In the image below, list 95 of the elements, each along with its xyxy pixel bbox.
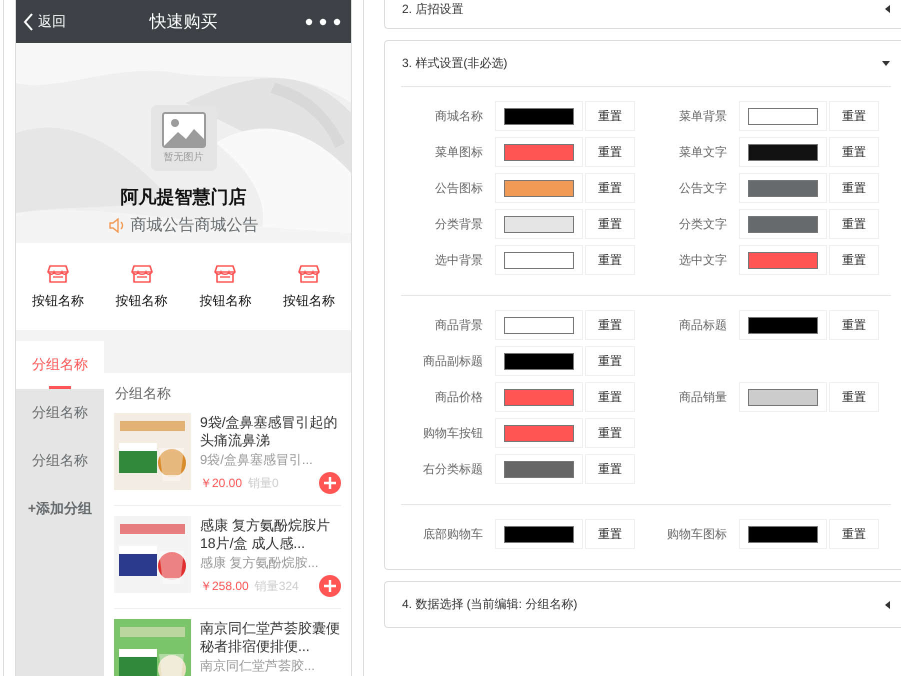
product-title: 感康 复方氨酚烷胺片18片/盒 成人感... xyxy=(200,516,331,552)
section-title: 4. 数据选择 (当前编辑: 分组名称) xyxy=(402,596,578,613)
reset-button[interactable]: 重置 xyxy=(829,382,879,412)
product-subtitle: 感康 复方氨酚烷胺... xyxy=(200,554,320,571)
reset-button[interactable]: 重置 xyxy=(829,519,879,549)
caret-left-icon xyxy=(885,5,890,13)
setting-label: 菜单图标 xyxy=(434,144,483,160)
reset-button[interactable]: 重置 xyxy=(585,137,635,167)
color-picker[interactable] xyxy=(495,173,583,203)
reset-button[interactable]: 重置 xyxy=(585,101,635,131)
chevron-left-icon xyxy=(23,12,34,30)
color-picker[interactable] xyxy=(739,519,827,549)
store-icon xyxy=(130,264,153,284)
color-picker[interactable] xyxy=(495,101,583,131)
section-header[interactable]: 2. 店招设置 xyxy=(385,0,901,28)
setting-label: 购物车图标 xyxy=(666,526,727,542)
section-header[interactable]: 3. 样式设置(非必选) xyxy=(385,41,901,86)
reset-button[interactable]: 重置 xyxy=(829,137,879,167)
setting-label: 商品销量 xyxy=(678,388,727,406)
color-picker[interactable] xyxy=(739,137,827,167)
color-picker[interactable] xyxy=(495,137,583,167)
color-picker[interactable] xyxy=(739,209,827,239)
color-picker[interactable] xyxy=(739,101,827,131)
setting-label: 分类背景 xyxy=(434,216,483,232)
product-price: ￥20.00 xyxy=(200,474,242,492)
color-picker[interactable] xyxy=(495,418,583,448)
color-picker[interactable] xyxy=(739,382,827,412)
menu-button[interactable]: 按钮名称 xyxy=(100,243,184,330)
reset-button[interactable]: 重置 xyxy=(585,245,635,275)
color-picker[interactable] xyxy=(495,209,583,239)
setting-label: 右分类标题 xyxy=(422,460,483,478)
add-cart-button[interactable] xyxy=(319,575,341,597)
reset-button[interactable]: 重置 xyxy=(829,209,879,239)
setting-label: 菜单文字 xyxy=(678,144,727,160)
back-button[interactable]: 返回 xyxy=(16,12,116,30)
color-picker[interactable] xyxy=(495,454,583,484)
setting-label: 分类文字 xyxy=(678,216,727,232)
store-icon xyxy=(46,264,69,284)
reset-button[interactable]: 重置 xyxy=(585,173,635,203)
store-icon xyxy=(214,264,236,284)
reset-button[interactable]: 重置 xyxy=(829,310,879,340)
section-title: 3. 样式设置(非必选) xyxy=(402,55,508,72)
product-title: 南京同仁堂芦荟胶囊便秘者排宿便排便... xyxy=(200,619,341,655)
color-picker[interactable] xyxy=(495,245,583,275)
add-group-button[interactable]: +添加分组 xyxy=(16,485,104,533)
reset-button[interactable]: 重置 xyxy=(585,454,635,484)
menu-button[interactable]: 按钮名称 xyxy=(16,243,100,330)
caret-left-icon xyxy=(885,600,890,608)
page-title: 快速购买 xyxy=(148,11,218,33)
notice-text: 商城公告商城公告 xyxy=(130,216,258,236)
setting-label: 选中文字 xyxy=(678,252,727,268)
product-subtitle: 南京同仁堂芦荟胶... xyxy=(200,657,316,674)
speaker-icon xyxy=(108,218,126,233)
setting-label: 菜单背景 xyxy=(678,108,727,124)
product-title: 9袋/盒鼻塞感冒引起的头痛流鼻涕 xyxy=(200,413,339,449)
color-picker[interactable] xyxy=(495,382,583,412)
product-price: ￥258.00 xyxy=(200,578,249,594)
setting-label: 商城名称 xyxy=(434,108,483,124)
color-picker[interactable] xyxy=(739,173,827,203)
caret-down-icon xyxy=(882,61,890,66)
section-header[interactable]: 4. 数据选择 (当前编辑: 分组名称) xyxy=(385,582,901,627)
menu-button[interactable]: 按钮名称 xyxy=(267,243,351,330)
reset-button[interactable]: 重置 xyxy=(585,418,635,448)
section-title: 分组名称 xyxy=(114,384,172,403)
image-icon xyxy=(162,112,206,148)
reset-button[interactable]: 重置 xyxy=(829,101,879,131)
reset-button[interactable]: 重置 xyxy=(829,245,879,275)
setting-label: 公告图标 xyxy=(434,180,483,196)
setting-label: 商品价格 xyxy=(434,388,483,406)
color-picker[interactable] xyxy=(739,245,827,275)
setting-label: 商品标题 xyxy=(678,316,727,334)
more-icon[interactable] xyxy=(305,18,341,26)
reset-button[interactable]: 重置 xyxy=(585,346,635,376)
setting-label: 商品副标题 xyxy=(422,352,483,370)
color-picker[interactable] xyxy=(495,310,583,340)
store-name: 阿凡提智慧门店 xyxy=(120,186,246,209)
color-picker[interactable] xyxy=(495,519,583,549)
placeholder-text: 暂无图片 xyxy=(164,150,204,164)
setting-label: 商品背景 xyxy=(434,316,483,334)
reset-button[interactable]: 重置 xyxy=(585,209,635,239)
menu-button[interactable]: 按钮名称 xyxy=(184,243,268,330)
add-cart-button[interactable] xyxy=(319,472,341,494)
setting-label: 选中背景 xyxy=(434,252,483,268)
setting-label: 公告文字 xyxy=(678,180,727,196)
reset-button[interactable]: 重置 xyxy=(829,173,879,203)
color-picker[interactable] xyxy=(495,346,583,376)
reset-button[interactable]: 重置 xyxy=(585,519,635,549)
color-picker[interactable] xyxy=(739,310,827,340)
store-icon xyxy=(298,264,320,284)
section-title: 2. 店招设置 xyxy=(402,1,464,18)
product-subtitle: 9袋/盒鼻塞感冒引... xyxy=(200,451,314,468)
reset-button[interactable]: 重置 xyxy=(585,382,635,412)
reset-button[interactable]: 重置 xyxy=(585,310,635,340)
setting-label: 购物车按钮 xyxy=(422,424,483,442)
setting-label: 底部购物车 xyxy=(422,526,483,542)
